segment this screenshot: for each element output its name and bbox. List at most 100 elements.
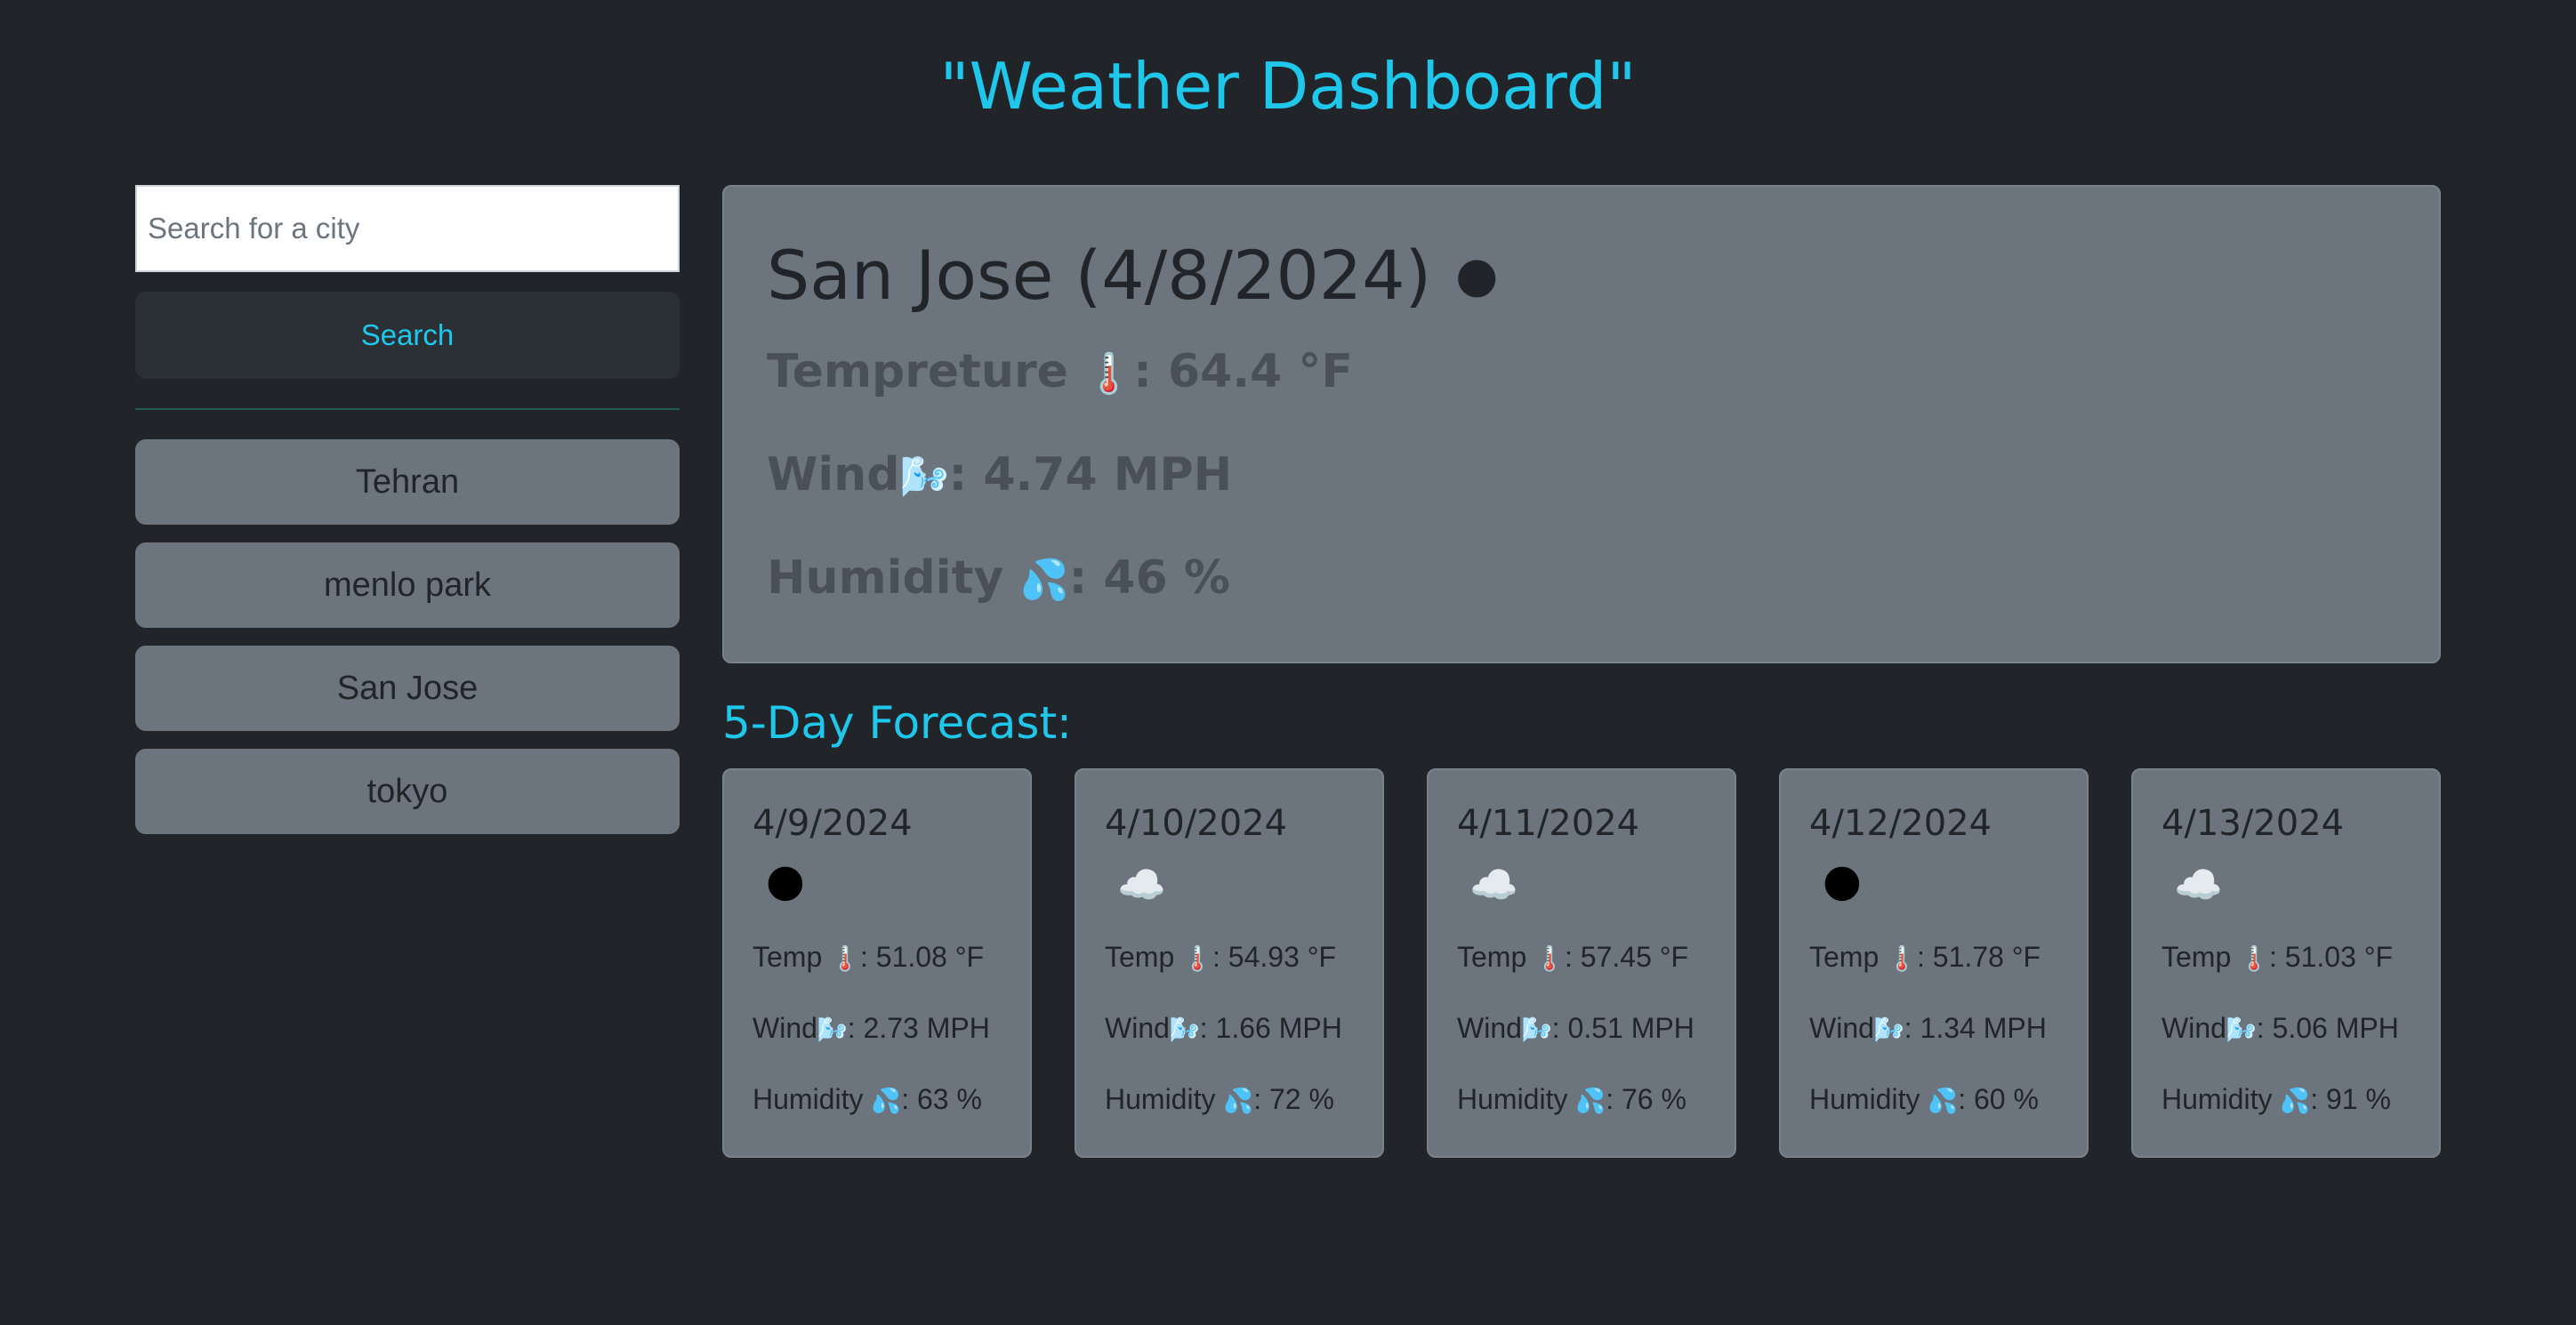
cloud-icon: ☁️	[1117, 863, 1166, 908]
thermometer-icon: 🌡️	[1887, 944, 1917, 972]
humidity-label: Humidity	[753, 1083, 864, 1115]
cloud-icon: ☁️	[2174, 863, 2223, 908]
forecast-temp: Temp 🌡️: 51.03 °F	[2161, 921, 2411, 992]
humidity-label: Humidity	[1457, 1083, 1568, 1115]
droplets-icon: 💦	[1019, 558, 1069, 603]
history-city-button[interactable]: tokyo	[135, 749, 680, 834]
sidebar-divider	[135, 408, 680, 410]
temp-label: Temp	[1105, 941, 1175, 973]
wind-value: : 2.73 MPH	[847, 1012, 990, 1044]
humidity-label: Humidity	[767, 551, 1004, 605]
temp-value: : 51.03 °F	[2269, 941, 2394, 973]
droplets-icon: 💦	[1928, 1087, 1959, 1114]
temperature-label: Tempreture	[767, 345, 1068, 398]
humidity-value: : 72 %	[1253, 1083, 1334, 1115]
temp-value: : 54.93 °F	[1212, 941, 1337, 973]
humidity-label: Humidity	[1105, 1083, 1216, 1115]
forecast-date: 4/12/2024	[1809, 803, 1992, 844]
thermometer-icon: 🌡️	[830, 944, 860, 972]
forecast-humidity: Humidity 💦: 72 %	[1105, 1064, 1354, 1135]
droplets-icon: 💦	[1223, 1087, 1254, 1114]
forecast-date: 4/9/2024	[753, 803, 913, 844]
wind-label: Wind	[1105, 1012, 1170, 1044]
forecast-date: 4/11/2024	[1457, 803, 1640, 844]
forecast-card: 4/11/2024 ☁️ Temp 🌡️: 57.45 °F Wind🌬️: 0…	[1427, 768, 1736, 1158]
temp-label: Temp	[753, 941, 823, 973]
forecast-card: 4/12/2024 🌑 Temp 🌡️: 51.78 °F Wind🌬️: 1.…	[1779, 768, 2089, 1158]
forecast-humidity: Humidity 💦: 60 %	[1809, 1064, 2058, 1135]
humidity-value: : 76 %	[1606, 1083, 1686, 1115]
temp-label: Temp	[1457, 941, 1527, 973]
cloud-icon: ☁️	[1469, 863, 1518, 908]
history-city-button[interactable]: menlo park	[135, 542, 680, 628]
forecast-temp: Temp 🌡️: 51.78 °F	[1809, 921, 2058, 992]
city-search-input[interactable]	[135, 185, 680, 272]
current-wind: Wind🌬️: 4.74 MPH	[767, 423, 2396, 526]
forecast-humidity: Humidity 💦: 91 %	[2161, 1064, 2411, 1135]
forecast-wind: Wind🌬️: 2.73 MPH	[753, 992, 1002, 1064]
thermometer-icon: 🌡️	[1534, 944, 1565, 972]
wind-icon: 🌬️	[817, 1016, 848, 1043]
forecast-title: 5-Day Forecast:	[722, 697, 1072, 749]
new-moon-icon: 🌑	[1454, 255, 1500, 305]
wind-icon: 🌬️	[1169, 1016, 1200, 1043]
thermometer-icon: 🌡️	[1182, 944, 1212, 972]
thermometer-icon: 🌡️	[2239, 944, 2269, 972]
wind-label: Wind	[767, 448, 900, 502]
current-weather-card: San Jose (4/8/2024) 🌑 Tempreture 🌡️: 64.4…	[722, 185, 2441, 663]
history-city-button[interactable]: Tehran	[135, 439, 680, 525]
wind-label: Wind	[1457, 1012, 1522, 1044]
forecast-date: 4/13/2024	[2161, 803, 2345, 844]
page-title: "Weather Dashboard"	[939, 49, 1637, 124]
forecast-card: 4/9/2024 🌑 Temp 🌡️: 51.08 °F Wind🌬️: 2.7…	[722, 768, 1032, 1158]
forecast-wind: Wind🌬️: 1.66 MPH	[1105, 992, 1354, 1064]
new-moon-icon: 🌑	[1822, 863, 1863, 908]
forecast-wind: Wind🌬️: 5.06 MPH	[2161, 992, 2411, 1064]
humidity-value: : 46 %	[1068, 551, 1230, 605]
humidity-label: Humidity	[2161, 1083, 2273, 1115]
forecast-temp: Temp 🌡️: 57.45 °F	[1457, 921, 1706, 992]
forecast-temp: Temp 🌡️: 54.93 °F	[1105, 921, 1354, 992]
temp-value: : 51.78 °F	[1917, 941, 2041, 973]
forecast-humidity: Humidity 💦: 76 %	[1457, 1064, 1706, 1135]
wind-value: : 0.51 MPH	[1551, 1012, 1695, 1044]
wind-icon: 🌬️	[2226, 1016, 2257, 1043]
droplets-icon: 💦	[871, 1087, 902, 1114]
wind-label: Wind	[2161, 1012, 2226, 1044]
forecast-wind: Wind🌬️: 1.34 MPH	[1809, 992, 2058, 1064]
thermometer-icon: 🌡️	[1084, 351, 1134, 397]
wind-value: : 1.66 MPH	[1199, 1012, 1342, 1044]
droplets-icon: 💦	[1575, 1087, 1606, 1114]
current-temperature: Tempreture 🌡️: 64.4 °F	[767, 320, 2396, 423]
forecast-temp: Temp 🌡️: 51.08 °F	[753, 921, 1002, 992]
wind-value: : 5.06 MPH	[2256, 1012, 2399, 1044]
search-button[interactable]: Search	[135, 292, 680, 379]
forecast-wind: Wind🌬️: 0.51 MPH	[1457, 992, 1706, 1064]
temp-value: : 57.45 °F	[1565, 941, 1689, 973]
current-weather-heading: San Jose (4/8/2024) 🌑	[767, 231, 2396, 320]
wind-icon: 🌬️	[1873, 1016, 1904, 1043]
droplets-icon: 💦	[2280, 1087, 2311, 1114]
temp-value: : 51.08 °F	[860, 941, 985, 973]
humidity-value: : 91 %	[2310, 1083, 2391, 1115]
temp-label: Temp	[2161, 941, 2232, 973]
history-city-button[interactable]: San Jose	[135, 646, 680, 731]
wind-label: Wind	[753, 1012, 817, 1044]
wind-value: : 4.74 MPH	[948, 448, 1233, 502]
temp-label: Temp	[1809, 941, 1880, 973]
forecast-humidity: Humidity 💦: 63 %	[753, 1064, 1002, 1135]
humidity-value: : 63 %	[901, 1083, 982, 1115]
wind-icon: 🌬️	[899, 454, 949, 500]
forecast-card: 4/10/2024 ☁️ Temp 🌡️: 54.93 °F Wind🌬️: 1…	[1075, 768, 1384, 1158]
humidity-value: : 60 %	[1958, 1083, 2039, 1115]
new-moon-icon: 🌑	[765, 863, 806, 908]
search-history-list: Tehran menlo park San Jose tokyo	[135, 439, 680, 852]
wind-icon: 🌬️	[1521, 1016, 1552, 1043]
current-humidity: Humidity 💦: 46 %	[767, 526, 2396, 630]
wind-label: Wind	[1809, 1012, 1874, 1044]
current-city-date: San Jose (4/8/2024)	[767, 236, 1432, 315]
humidity-label: Humidity	[1809, 1083, 1920, 1115]
forecast-card: 4/13/2024 ☁️ Temp 🌡️: 51.03 °F Wind🌬️: 5…	[2131, 768, 2441, 1158]
forecast-date: 4/10/2024	[1105, 803, 1288, 844]
wind-value: : 1.34 MPH	[1904, 1012, 2047, 1044]
